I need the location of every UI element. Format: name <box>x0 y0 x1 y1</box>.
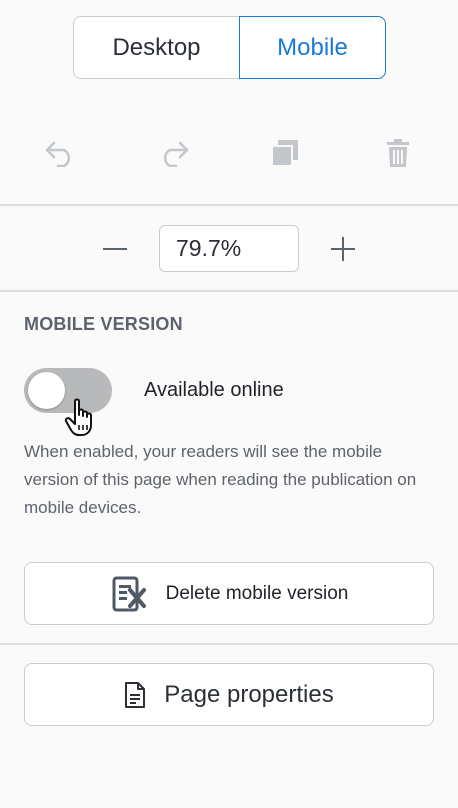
divider <box>0 643 458 645</box>
trash-icon <box>387 139 409 167</box>
redo-icon <box>163 141 189 167</box>
page-icon <box>124 681 146 709</box>
zoom-out-button[interactable] <box>98 232 132 266</box>
page-properties-label: Page properties <box>164 680 334 708</box>
zoom-input[interactable] <box>159 225 299 272</box>
toggle-knob <box>28 372 65 409</box>
divider <box>0 204 458 206</box>
mobile-settings-panel: Desktop Mobile 79.7% MOBILE VERSION Avai… <box>0 0 458 808</box>
delete-mobile-version-button[interactable]: Delete mobile version <box>24 562 434 625</box>
page-properties-button[interactable]: Page properties <box>24 663 434 726</box>
divider <box>0 290 458 292</box>
delete-document-icon <box>110 575 148 613</box>
duplicate-icon <box>271 140 298 167</box>
edit-toolbar <box>0 125 458 180</box>
desktop-tab[interactable]: Desktop <box>73 16 239 79</box>
minus-icon <box>103 248 127 250</box>
undo-icon <box>45 141 71 167</box>
duplicate-button[interactable] <box>267 135 303 171</box>
section-title: MOBILE VERSION <box>24 314 183 334</box>
hand-cursor-icon <box>64 398 92 436</box>
redo-button[interactable] <box>155 135 191 171</box>
delete-button[interactable] <box>380 135 416 171</box>
toggle-description: When enabled, your readers will see the … <box>24 442 417 517</box>
zoom-in-button[interactable] <box>326 232 360 266</box>
toggle-label: Available online <box>144 379 284 401</box>
plus-icon <box>331 237 355 261</box>
mobile-tab[interactable]: Mobile <box>239 16 386 79</box>
delete-mobile-version-label: Delete mobile version <box>165 582 349 604</box>
view-switch: Desktop Mobile <box>73 16 386 79</box>
undo-button[interactable] <box>43 135 79 171</box>
